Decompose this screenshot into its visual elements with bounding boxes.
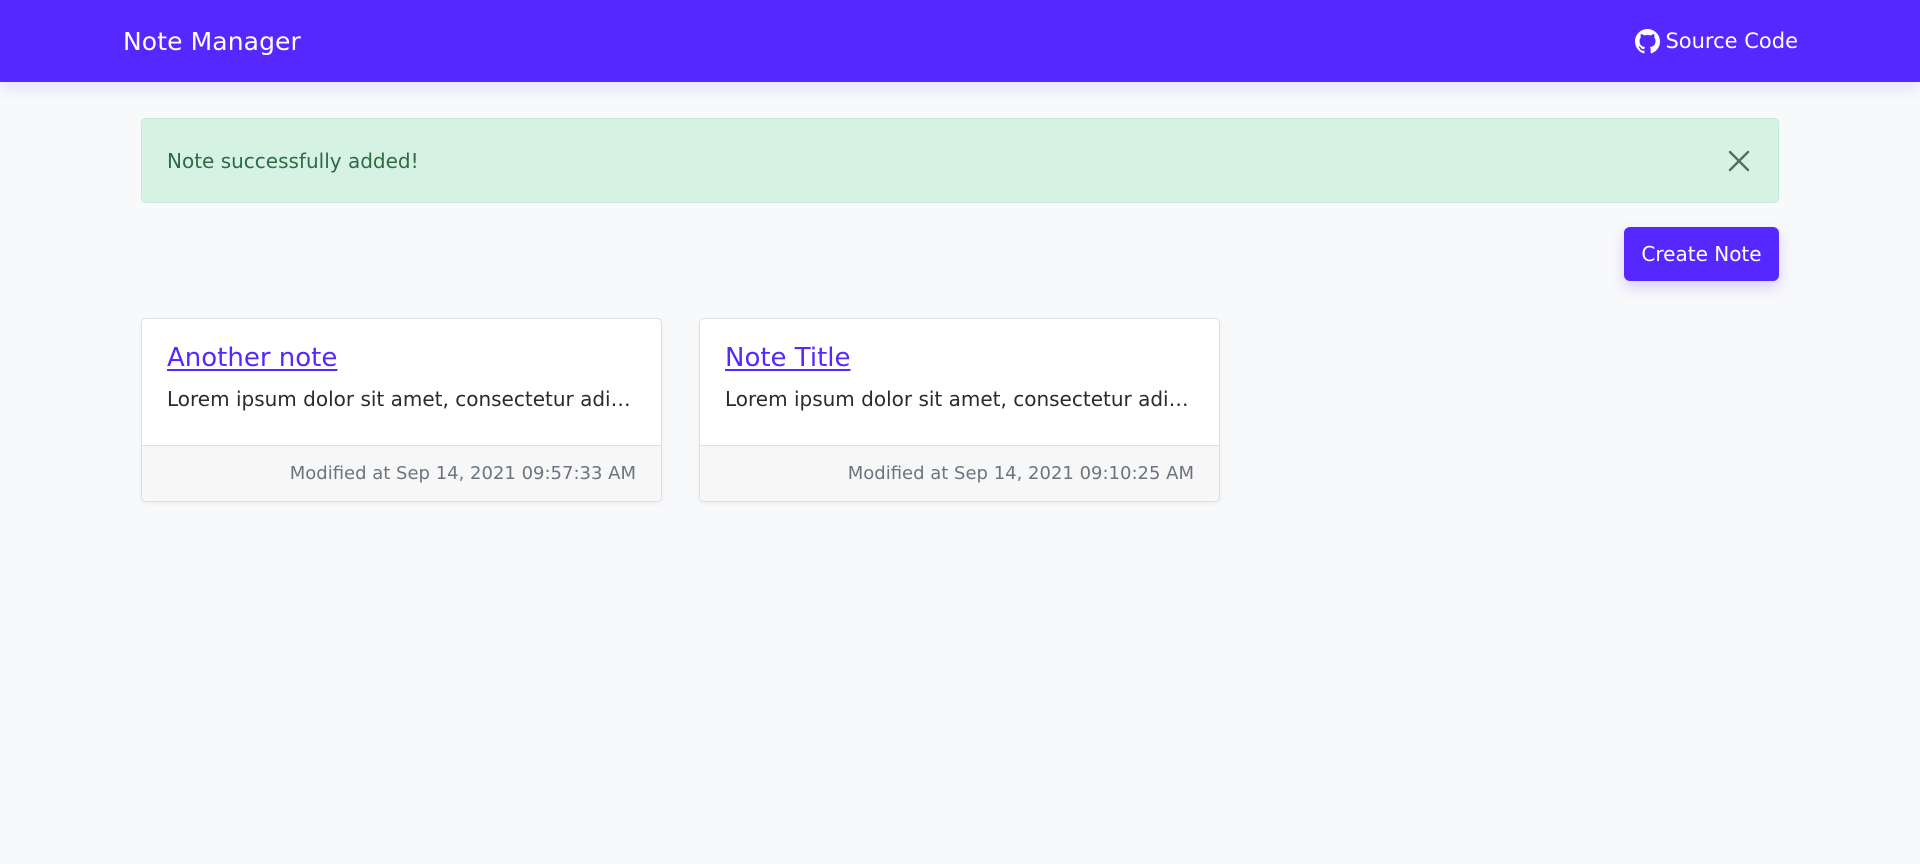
- create-note-button[interactable]: Create Note: [1624, 227, 1779, 281]
- note-excerpt: Lorem ipsum dolor sit amet, consectetur …: [167, 387, 636, 411]
- close-icon[interactable]: [1724, 146, 1754, 176]
- note-card-body: Another note Lorem ipsum dolor sit amet,…: [142, 319, 661, 445]
- note-excerpt: Lorem ipsum dolor sit amet, consectetur …: [725, 387, 1194, 411]
- note-title-link[interactable]: Another note: [167, 341, 636, 375]
- github-icon: [1635, 28, 1661, 54]
- note-card: Note Title Lorem ipsum dolor sit amet, c…: [699, 318, 1220, 502]
- source-code-link[interactable]: Source Code: [1635, 28, 1798, 54]
- note-card: Another note Lorem ipsum dolor sit amet,…: [141, 318, 662, 502]
- navbar: Note Manager Source Code: [0, 0, 1920, 82]
- note-modified-date: Modified at Sep 14, 2021 09:10:25 AM: [700, 445, 1219, 501]
- main-content: Note successfully added! Create Note Ano…: [141, 118, 1779, 502]
- note-title-link[interactable]: Note Title: [725, 341, 1194, 375]
- notes-list: Another note Lorem ipsum dolor sit amet,…: [141, 318, 1779, 502]
- source-code-label: Source Code: [1665, 29, 1798, 53]
- success-alert: Note successfully added!: [141, 118, 1779, 203]
- note-card-body: Note Title Lorem ipsum dolor sit amet, c…: [700, 319, 1219, 445]
- note-modified-date: Modified at Sep 14, 2021 09:57:33 AM: [142, 445, 661, 501]
- alert-message: Note successfully added!: [167, 148, 419, 173]
- app-brand[interactable]: Note Manager: [123, 27, 301, 56]
- toolbar: Create Note: [141, 227, 1779, 281]
